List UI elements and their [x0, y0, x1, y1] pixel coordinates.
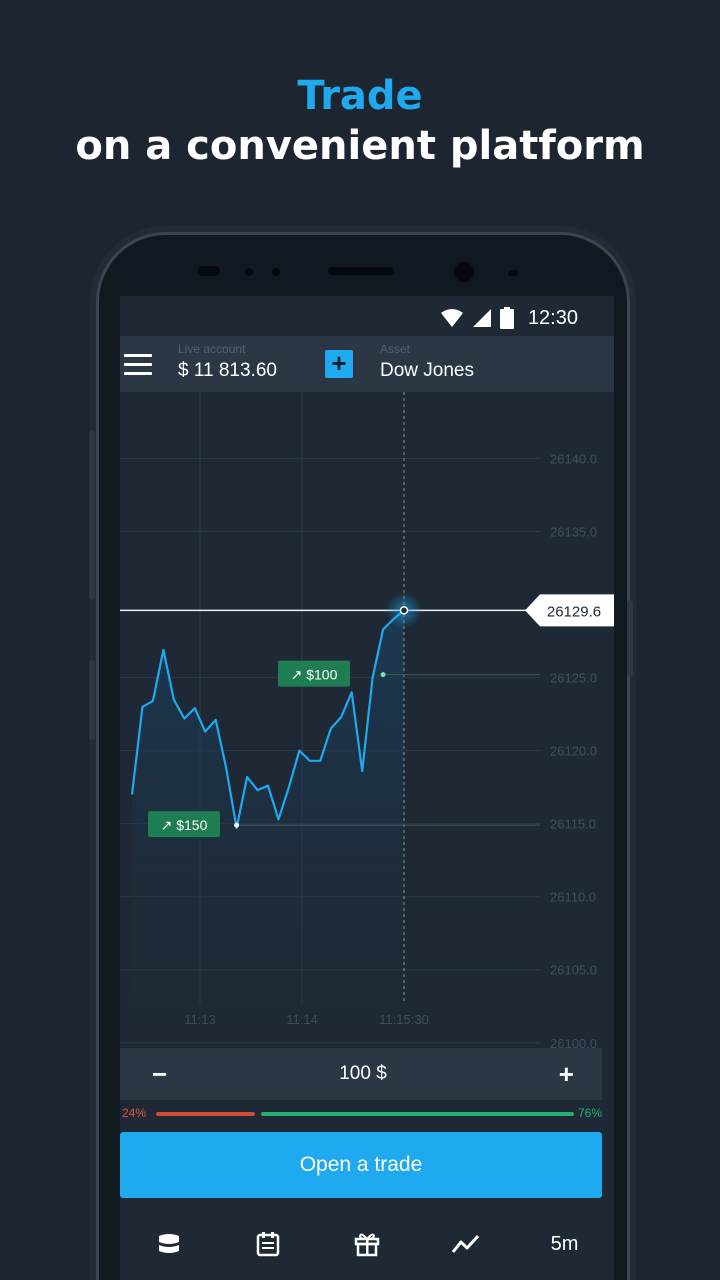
deposit-button[interactable]: +	[325, 350, 353, 378]
app-screen: 12:30 Live account $ 11 813.60 + Asset D…	[120, 296, 614, 1280]
status-bar: 12:30	[120, 296, 614, 340]
y-tick-label: 26135.0	[550, 524, 597, 539]
bottom-nav: 5m	[120, 1214, 614, 1274]
phone-sensor-dot-1	[245, 268, 253, 276]
headline: Trade on a convenient platform	[0, 72, 720, 172]
wifi-icon	[440, 309, 463, 327]
account-balance[interactable]: $ 11 813.60	[178, 360, 277, 382]
y-tick-label: 26105.0	[550, 963, 597, 978]
y-tick-label: 26120.0	[550, 744, 597, 759]
open-trade-button[interactable]: Open a trade	[120, 1132, 602, 1198]
nav-gift[interactable]	[337, 1219, 397, 1269]
current-point	[399, 606, 409, 615]
trade-marker-label: ↗ $150	[161, 817, 208, 833]
amount-value[interactable]: 100 $	[339, 1063, 387, 1085]
trade-marker-dot	[234, 822, 240, 828]
status-time: 12:30	[527, 306, 578, 329]
headline-subtitle: on a convenient platform	[75, 123, 645, 169]
nav-calendar[interactable]	[238, 1219, 298, 1269]
battery-icon	[499, 307, 514, 329]
gift-icon	[354, 1233, 380, 1257]
top-bar: Live account $ 11 813.60 + Asset Dow Jon…	[120, 336, 614, 392]
current-price-label: 26129.6	[547, 603, 601, 620]
amount-stepper: − 100 $ +	[120, 1048, 602, 1100]
price-chart[interactable]: 26140.0 26135.0 26125.0 26120.0 26115.0 26110…	[120, 392, 614, 1132]
phone-sensor-right	[508, 270, 518, 276]
y-tick-label: 26140.0	[550, 451, 597, 466]
trade-marker-label: ↗ $100	[291, 667, 338, 683]
sentiment-down-bar	[156, 1112, 255, 1116]
phone-sensor-dot-2	[272, 268, 280, 276]
menu-icon[interactable]	[124, 354, 152, 376]
layers-icon	[159, 1234, 180, 1253]
phone-volume-button	[89, 430, 95, 600]
series-area	[132, 610, 404, 1072]
timeframe-selector[interactable]: 5m	[535, 1219, 595, 1269]
sentiment-down-percent: 24%	[122, 1106, 147, 1120]
nav-layers[interactable]	[139, 1219, 199, 1269]
decrease-amount-button[interactable]: −	[152, 1059, 167, 1090]
y-tick-label: 26125.0	[550, 671, 597, 686]
phone-side-button	[89, 660, 95, 740]
phone-camera	[454, 262, 474, 282]
signal-icon	[472, 309, 491, 327]
sentiment-up-percent: 76%	[577, 1106, 602, 1120]
trade-marker-dot	[380, 672, 386, 678]
phone-sensor-left	[198, 266, 220, 276]
asset-label: Asset	[380, 342, 411, 356]
sentiment-up-bar	[261, 1112, 574, 1116]
asset-selector[interactable]: Dow Jones	[380, 360, 474, 382]
headline-title: Trade	[297, 73, 423, 119]
y-tick-label: 26110.0	[550, 890, 596, 905]
phone-speaker	[328, 267, 394, 275]
trader-sentiment: 24% 76%	[120, 1104, 602, 1124]
increase-amount-button[interactable]: +	[559, 1059, 574, 1090]
y-tick-label: 26115.0	[550, 817, 596, 832]
account-label: Live account	[178, 342, 246, 356]
chart-icon	[451, 1234, 479, 1253]
nav-chart-type[interactable]	[436, 1219, 496, 1269]
phone-power-button	[627, 600, 633, 676]
calendar-icon	[256, 1232, 280, 1257]
